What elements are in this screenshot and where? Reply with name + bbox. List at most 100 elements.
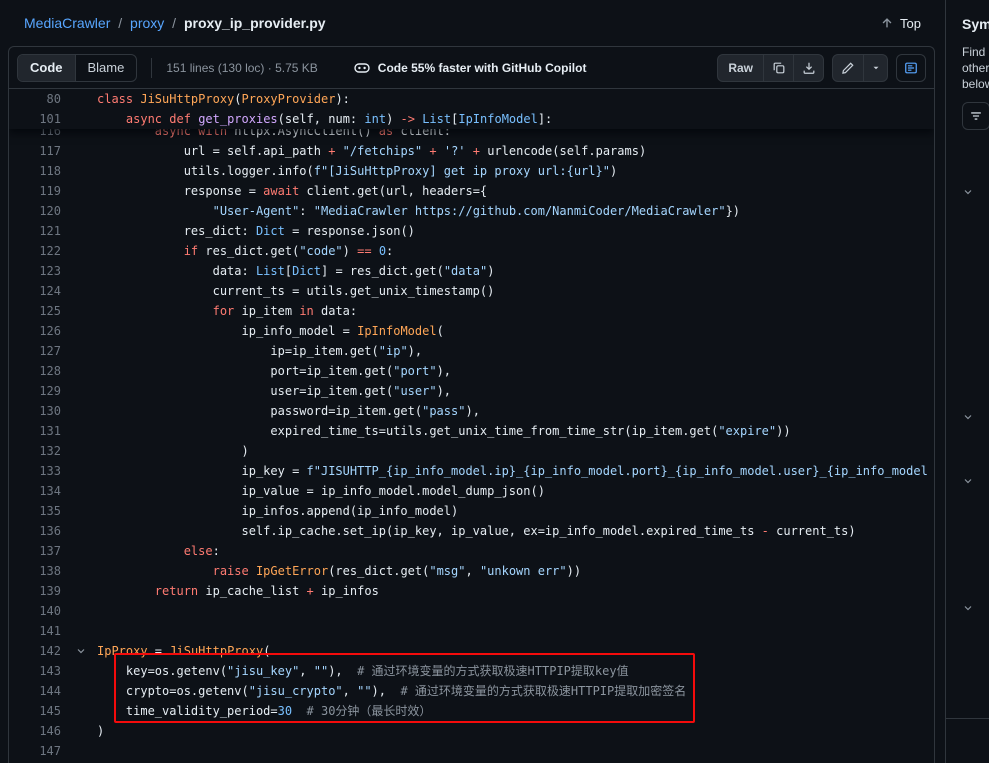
code-line-125: 125 for ip_item in data: (9, 301, 934, 321)
code-content: key=os.getenv("jisu_key", ""), # 通过环境变量的… (97, 661, 934, 681)
code-line-122: 122 if res_dict.get("code") == 0: (9, 241, 934, 261)
line-number-135[interactable]: 135 (9, 501, 61, 521)
line-number-80[interactable]: 80 (9, 89, 61, 109)
code-content: ) (97, 721, 934, 741)
file-box: Code Blame 151 lines (130 loc) · 5.75 KB… (8, 46, 935, 763)
download-button[interactable] (793, 55, 823, 81)
line-number-146[interactable]: 146 (9, 721, 61, 741)
edit-options-dropdown-button[interactable] (863, 55, 887, 81)
line-number-128[interactable]: 128 (9, 361, 61, 381)
line-number-121[interactable]: 121 (9, 221, 61, 241)
line-number-130[interactable]: 130 (9, 401, 61, 421)
symbol-tree-chevron-down-icon[interactable] (962, 475, 974, 487)
gutter-spacer (61, 741, 97, 761)
copilot-banner-text: Code 55% faster with GitHub Copilot (378, 61, 587, 75)
line-number-147[interactable]: 147 (9, 741, 61, 761)
code-content: else: (97, 541, 934, 561)
code-line-131: 131 expired_time_ts=utils.get_unix_time_… (9, 421, 934, 441)
line-number-126[interactable]: 126 (9, 321, 61, 341)
line-number-137[interactable]: 137 (9, 541, 61, 561)
gutter-spacer (61, 89, 97, 109)
code-content: current_ts = utils.get_unix_timestamp() (97, 281, 934, 301)
line-number-127[interactable]: 127 (9, 341, 61, 361)
code-line-128: 128 port=ip_item.get("port"), (9, 361, 934, 381)
line-number-131[interactable]: 131 (9, 421, 61, 441)
line-number-123[interactable]: 123 (9, 261, 61, 281)
symbol-tree-chevron-down-icon[interactable] (962, 186, 974, 198)
line-number-139[interactable]: 139 (9, 581, 61, 601)
code-line-132: 132 ) (9, 441, 934, 461)
gutter-spacer (61, 281, 97, 301)
edit-file-button[interactable] (833, 55, 863, 81)
line-number-120[interactable]: 120 (9, 201, 61, 221)
breadcrumb-repo-link[interactable]: MediaCrawler (24, 15, 110, 31)
gutter-spacer (61, 481, 97, 501)
line-number-141[interactable]: 141 (9, 621, 61, 641)
symbols-filter-button[interactable] (962, 102, 989, 130)
code-line-136: 136 self.ip_cache.set_ip(ip_key, ip_valu… (9, 521, 934, 541)
line-number-134[interactable]: 134 (9, 481, 61, 501)
gutter-spacer (61, 241, 97, 261)
line-number-122[interactable]: 122 (9, 241, 61, 261)
line-number-136[interactable]: 136 (9, 521, 61, 541)
code-content: raise IpGetError(res_dict.get("msg", "un… (97, 561, 934, 581)
gutter-spacer (61, 109, 97, 129)
line-number-101[interactable]: 101 (9, 109, 61, 129)
code-line-147: 147 (9, 741, 934, 761)
gutter-spacer (61, 201, 97, 221)
line-number-129[interactable]: 129 (9, 381, 61, 401)
gutter-spacer (61, 401, 97, 421)
code-content: class JiSuHttpProxy(ProxyProvider): (97, 89, 934, 109)
line-number-124[interactable]: 124 (9, 281, 61, 301)
symbol-tree-chevron-down-icon[interactable] (962, 411, 974, 423)
line-number-140[interactable]: 140 (9, 601, 61, 621)
line-number-132[interactable]: 132 (9, 441, 61, 461)
copy-raw-button[interactable] (763, 55, 793, 81)
line-number-145[interactable]: 145 (9, 701, 61, 721)
code-content (97, 741, 934, 761)
arrow-up-icon (880, 16, 894, 30)
breadcrumb-folder-link[interactable]: proxy (130, 15, 164, 31)
line-number-125[interactable]: 125 (9, 301, 61, 321)
toolbar-right-controls: Raw (717, 54, 926, 82)
symbols-icon (904, 61, 918, 75)
scroll-to-top-button[interactable]: Top (880, 16, 921, 31)
tab-blame[interactable]: Blame (76, 55, 137, 81)
code-line-145: 145 time_validity_period=30 # 30分钟（最长时效） (9, 701, 934, 721)
pencil-icon (841, 61, 855, 75)
code-line-146: 146) (9, 721, 934, 741)
code-line-139: 139 return ip_cache_list + ip_infos (9, 581, 934, 601)
symbols-panel-toggle-button[interactable] (896, 54, 926, 82)
gutter-spacer (61, 621, 97, 641)
code-line-144: 144 crypto=os.getenv("jisu_crypto", ""),… (9, 681, 934, 701)
code-line-138: 138 raise IpGetError(res_dict.get("msg",… (9, 561, 934, 581)
gutter-spacer (61, 361, 97, 381)
fold-toggle-icon[interactable] (61, 641, 97, 661)
code-content: IpProxy = JiSuHttpProxy( (97, 641, 934, 661)
line-number-117[interactable]: 117 (9, 141, 61, 161)
code-content: "User-Agent": "MediaCrawler https://gith… (97, 201, 934, 221)
code-lines: 116 async with httpx.AsyncClient() as cl… (9, 89, 934, 761)
line-number-143[interactable]: 143 (9, 661, 61, 681)
line-number-142[interactable]: 142 (9, 641, 61, 661)
line-number-118[interactable]: 118 (9, 161, 61, 181)
line-number-138[interactable]: 138 (9, 561, 61, 581)
line-number-144[interactable]: 144 (9, 681, 61, 701)
symbol-tree-chevron-down-icon[interactable] (962, 602, 974, 614)
code-content: crypto=os.getenv("jisu_crypto", ""), # 通… (97, 681, 934, 701)
download-icon (802, 61, 816, 75)
code-line-127: 127 ip=ip_item.get("ip"), (9, 341, 934, 361)
line-number-133[interactable]: 133 (9, 461, 61, 481)
code-line-135: 135 ip_infos.append(ip_info_model) (9, 501, 934, 521)
code-line-143: 143 key=os.getenv("jisu_key", ""), # 通过环… (9, 661, 934, 681)
code-content: data: List[Dict] = res_dict.get("data") (97, 261, 934, 281)
raw-button[interactable]: Raw (718, 55, 763, 81)
line-number-119[interactable]: 119 (9, 181, 61, 201)
file-view-column: MediaCrawler / proxy / proxy_ip_provider… (0, 0, 945, 763)
toolbar-divider (151, 58, 152, 78)
copilot-banner[interactable]: Code 55% faster with GitHub Copilot (354, 60, 587, 76)
tab-code[interactable]: Code (18, 55, 76, 81)
code-line-80: 80 class JiSuHttpProxy(ProxyProvider): (9, 89, 934, 109)
breadcrumb-separator: / (118, 15, 122, 31)
chevron-down-icon (871, 63, 881, 73)
